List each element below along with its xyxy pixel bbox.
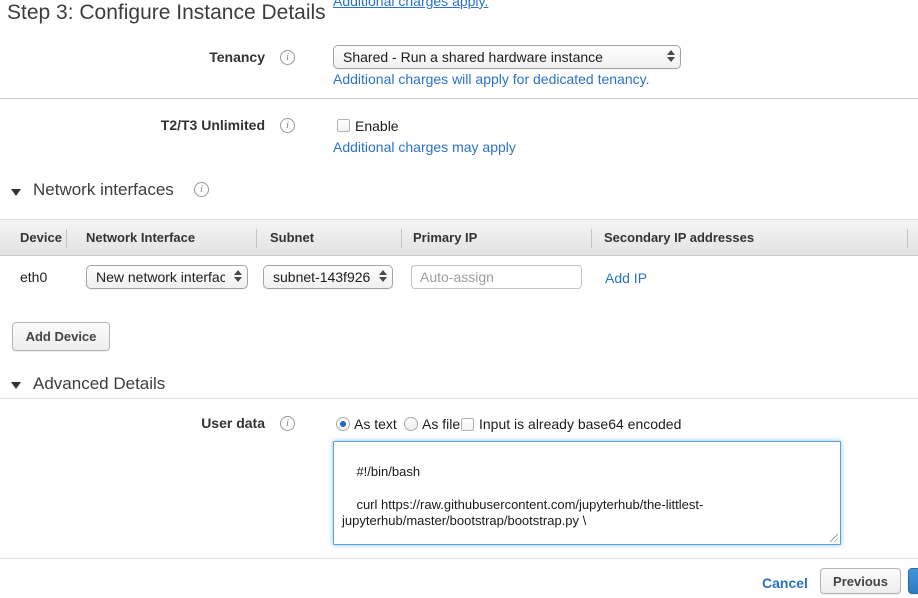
tenancy-charges-link[interactable]: Additional charges will apply for dedica… xyxy=(333,71,649,87)
tenancy-select-value: Shared - Run a shared hardware instance xyxy=(343,49,658,65)
user-data-script-line2: curl https://raw.githubusercontent.com/j… xyxy=(342,497,703,529)
column-header-secondary-ip: Secondary IP addresses xyxy=(604,220,754,256)
network-interfaces-info-icon[interactable] xyxy=(194,182,209,197)
network-interface-select[interactable]: New network interface xyxy=(86,265,248,289)
previous-button[interactable]: Previous xyxy=(820,568,901,594)
add-ip-link[interactable]: Add IP xyxy=(605,270,647,286)
column-header-device: Device xyxy=(20,220,62,256)
primary-button-cutoff[interactable] xyxy=(908,568,918,594)
column-separator xyxy=(66,229,67,248)
network-interfaces-header[interactable]: Network interfaces xyxy=(33,180,174,200)
column-separator xyxy=(256,229,257,248)
device-name-eth0: eth0 xyxy=(20,269,47,285)
configure-instance-details-page: Step 3: Configure Instance Details Addit… xyxy=(0,0,918,598)
advanced-details-header[interactable]: Advanced Details xyxy=(33,374,165,394)
advanced-details-collapse-icon[interactable] xyxy=(11,382,21,389)
additional-charges-cutoff-link[interactable]: Additional charges apply. xyxy=(333,0,488,9)
base64-checkbox-label: Input is already base64 encoded xyxy=(479,416,681,432)
user-data-textarea[interactable]: #!/bin/bash curl https://raw.githubuserc… xyxy=(333,441,841,545)
subnet-select-value: subnet-143f9263 xyxy=(273,269,370,285)
as-text-radio-label: As text xyxy=(354,416,397,432)
enable-checkbox-label: Enable xyxy=(355,118,399,134)
network-interface-select-value: New network interface xyxy=(96,269,225,285)
column-header-subnet: Subnet xyxy=(270,220,314,256)
column-header-primary-ip: Primary IP xyxy=(413,220,477,256)
enable-checkbox[interactable] xyxy=(337,119,350,132)
network-table-header: Device Network Interface Subnet Primary … xyxy=(0,219,918,256)
network-interfaces-collapse-icon[interactable] xyxy=(11,189,21,196)
select-stepper-icon xyxy=(378,270,388,282)
column-separator xyxy=(591,229,592,248)
base64-checkbox[interactable] xyxy=(461,418,474,431)
column-header-network-interface: Network Interface xyxy=(86,220,195,256)
t2t3-unlimited-label: T2/T3 Unlimited xyxy=(0,117,265,133)
as-text-radio[interactable] xyxy=(336,417,350,431)
user-data-label: User data xyxy=(0,415,265,431)
column-separator xyxy=(401,229,402,248)
textarea-resize-handle[interactable] xyxy=(828,532,838,542)
select-stepper-icon xyxy=(666,50,676,62)
tenancy-info-icon[interactable] xyxy=(280,50,295,65)
divider xyxy=(0,398,918,399)
subnet-select[interactable]: subnet-143f9263 xyxy=(263,265,393,289)
divider xyxy=(0,98,918,99)
tenancy-select[interactable]: Shared - Run a shared hardware instance xyxy=(333,45,681,69)
add-device-button[interactable]: Add Device xyxy=(12,322,110,351)
primary-ip-input[interactable] xyxy=(411,265,582,289)
user-data-info-icon[interactable] xyxy=(280,416,295,431)
as-file-radio[interactable] xyxy=(404,417,418,431)
cancel-link[interactable]: Cancel xyxy=(762,575,808,591)
as-file-radio-label: As file xyxy=(422,416,460,432)
divider xyxy=(0,558,918,559)
select-stepper-icon xyxy=(233,270,243,282)
column-separator xyxy=(907,229,908,248)
page-title: Step 3: Configure Instance Details xyxy=(7,1,326,25)
t2t3-charges-link[interactable]: Additional charges may apply xyxy=(333,139,516,155)
user-data-script-line1: #!/bin/bash xyxy=(356,464,420,479)
tenancy-label: Tenancy xyxy=(0,49,265,65)
t2t3-info-icon[interactable] xyxy=(280,118,295,133)
